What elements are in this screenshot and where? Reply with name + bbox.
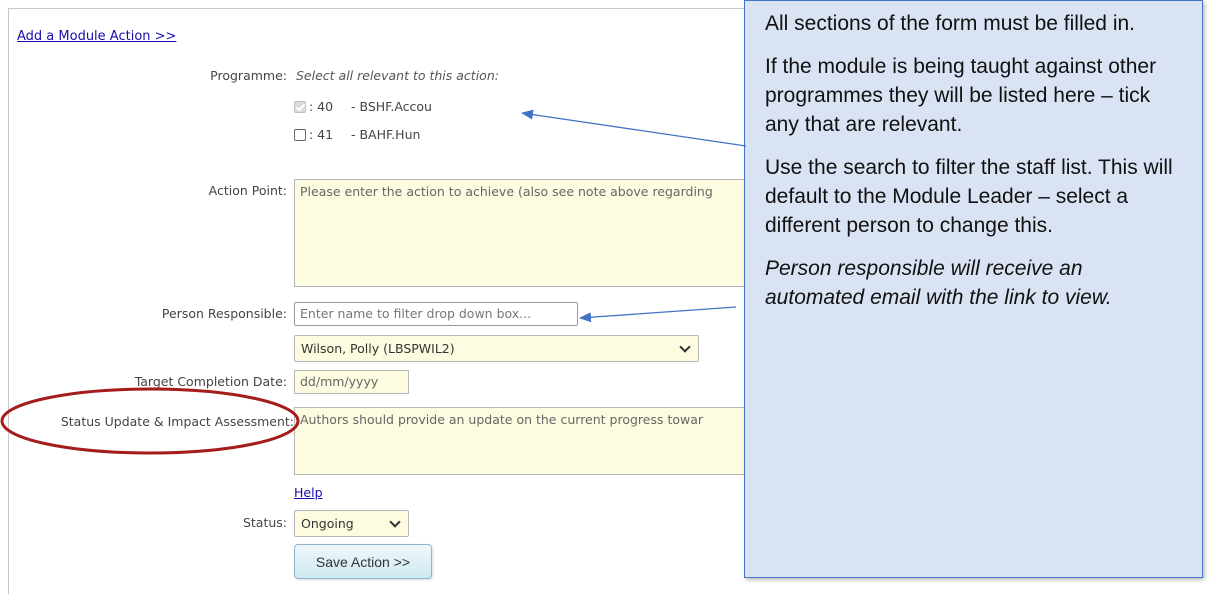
status-selected-value: Ongoing <box>301 516 354 531</box>
help-link[interactable]: Help <box>294 485 323 500</box>
programme-1-checkbox[interactable] <box>294 100 306 113</box>
status-update-label: Status Update & Impact Assessment: <box>60 414 294 429</box>
save-action-button[interactable]: Save Action >> <box>294 544 432 579</box>
programme-2-name: - BAHF.Hun <box>351 127 421 142</box>
programme-1-name: - BSHF.Accou <box>351 99 432 114</box>
target-date-placeholder: dd/mm/yyyy <box>300 374 379 389</box>
person-responsible-select[interactable]: Wilson, Polly (LBSPWIL2) <box>294 335 699 362</box>
chevron-down-icon <box>389 516 401 528</box>
programme-2-checkbox[interactable] <box>294 128 306 141</box>
target-date-label: Target Completion Date: <box>134 374 287 389</box>
target-date-input[interactable]: dd/mm/yyyy <box>294 370 409 394</box>
person-filter-placeholder: Enter name to filter drop down box... <box>300 306 532 321</box>
add-module-action-link[interactable]: Add a Module Action >> <box>17 29 176 44</box>
callout-text-3: Use the search to filter the staff list.… <box>765 156 1173 237</box>
status-update-textarea[interactable]: Authors should provide an update on the … <box>294 407 746 475</box>
person-responsible-label: Person Responsible: <box>161 306 287 321</box>
callout-text-1: All sections of the form must be filled … <box>765 12 1135 35</box>
status-update-placeholder: Authors should provide an update on the … <box>300 412 704 427</box>
programme-1-code: : 40 <box>309 99 334 114</box>
action-point-label: Action Point: <box>208 183 287 198</box>
person-selected-value: Wilson, Polly (LBSPWIL2) <box>301 341 455 356</box>
callout-text-2: If the module is being taught against ot… <box>765 55 1157 136</box>
status-label: Status: <box>242 515 287 530</box>
action-point-textarea[interactable]: Please enter the action to achieve (also… <box>294 179 746 287</box>
programme-label: Programme: <box>210 68 287 83</box>
person-filter-input[interactable]: Enter name to filter drop down box... <box>294 302 578 326</box>
programme-option-2[interactable]: : 41 - BAHF.Hun <box>294 127 420 142</box>
action-point-placeholder: Please enter the action to achieve (also… <box>300 184 713 199</box>
callout-text-4: Person responsible will receive an autom… <box>765 257 1112 309</box>
status-select[interactable]: Ongoing <box>294 510 409 537</box>
programme-option-1[interactable]: : 40 - BSHF.Accou <box>294 99 432 114</box>
programme-2-code: : 41 <box>309 127 334 142</box>
chevron-down-icon <box>679 341 691 353</box>
instruction-callout: All sections of the form must be filled … <box>744 0 1203 578</box>
programme-hint: Select all relevant to this action: <box>296 68 499 83</box>
